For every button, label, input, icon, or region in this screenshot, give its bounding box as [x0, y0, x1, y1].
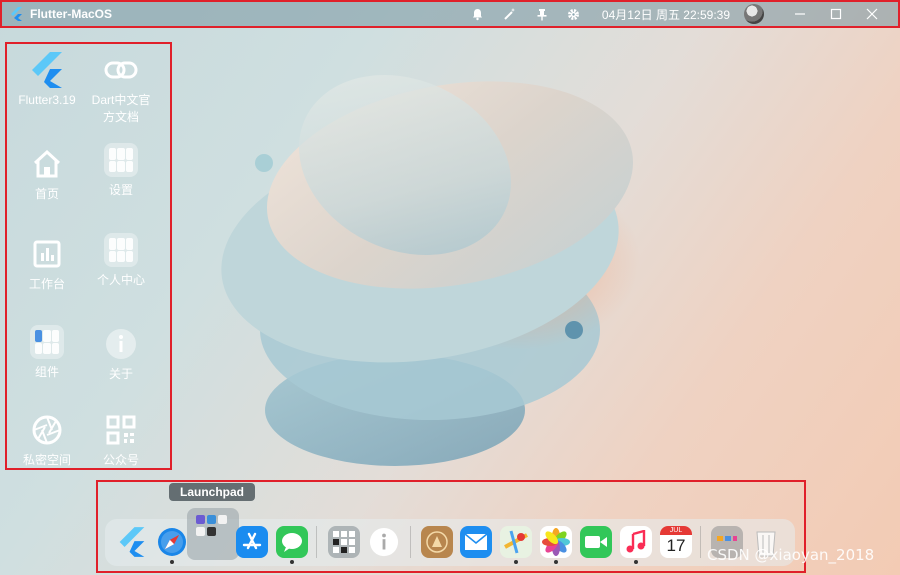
sidebar-item-label: 组件 [34, 365, 59, 379]
home-icon [27, 144, 67, 184]
watermark: CSDN @xiaoyan_2018 [707, 546, 875, 564]
maximize-icon[interactable] [818, 2, 854, 26]
dock-gallery-icon[interactable] [421, 526, 453, 558]
dock-separator [700, 526, 701, 558]
pin-icon[interactable] [526, 2, 558, 26]
flutter-logo-icon [11, 7, 22, 21]
app-title: Flutter-MacOS [30, 7, 113, 21]
sidebar-item-profile[interactable]: 个人中心 [83, 230, 159, 289]
sidebar-item-components[interactable]: 组件 [9, 322, 85, 381]
running-indicator [514, 560, 518, 564]
sidebar-item-about[interactable]: 关于 [83, 324, 159, 383]
sidebar-item-label: 首页 [34, 187, 59, 201]
running-indicator [170, 560, 174, 564]
close-icon[interactable] [854, 2, 890, 26]
title-bar-actions: 04月12日 周五 22:59:39 [462, 2, 890, 26]
settings-tile-icon [101, 140, 141, 180]
dock-messages-icon[interactable] [276, 526, 308, 558]
user-avatar[interactable] [744, 4, 764, 24]
sidebar-item-workbench[interactable]: 工作台 [9, 234, 85, 293]
dock-tooltip: Launchpad [169, 483, 256, 501]
running-indicator [634, 560, 638, 564]
running-indicator [290, 560, 294, 564]
sidebar-item-label: 关于 [108, 367, 133, 381]
sidebar-item-label: 公众号 [102, 453, 139, 467]
sidebar-item-settings[interactable]: 设置 [83, 140, 159, 199]
minimize-icon[interactable] [782, 2, 818, 26]
info-icon [101, 324, 141, 364]
magic-wand-icon[interactable] [494, 2, 526, 26]
dock-music-icon[interactable] [620, 526, 652, 558]
dock-separator [316, 526, 317, 558]
link-icon [101, 50, 141, 90]
dock-app-store-icon[interactable] [236, 526, 268, 558]
sidebar-item-label: 设置 [108, 183, 133, 197]
dock-launchpad-icon[interactable] [193, 512, 231, 550]
running-indicator [554, 560, 558, 564]
dock-photos-icon[interactable] [540, 526, 572, 558]
dock-info-icon[interactable] [368, 526, 400, 558]
sidebar-item-label: Flutter3.19 [18, 93, 76, 107]
clock-datetime: 04月12日 周五 22:59:39 [601, 7, 730, 22]
dock-separator [410, 526, 411, 558]
sidebar-item-dart-docs[interactable]: Dart中文官方文档 [83, 50, 159, 126]
sidebar-item-label: 私密空间 [22, 453, 71, 467]
calendar-day: 17 [666, 536, 686, 555]
dock-mail-icon[interactable] [460, 526, 492, 558]
calendar-month: JUL [660, 526, 692, 535]
gear-icon[interactable] [558, 2, 590, 26]
qrcode-icon [101, 410, 141, 450]
flutter-logo-icon [27, 50, 67, 90]
sidebar-item-label: 个人中心 [96, 273, 145, 287]
dock-widgets-icon[interactable] [328, 526, 360, 558]
profile-tile-icon [101, 230, 141, 270]
aperture-icon [27, 410, 67, 450]
components-tile-icon [27, 322, 67, 362]
sidebar-item-label: Dart中文官方文档 [91, 93, 151, 124]
sidebar-item-official-account[interactable]: 公众号 [83, 410, 159, 469]
dock-safari-icon[interactable] [156, 526, 188, 558]
title-bar: Flutter-MacOS 04月12日 周五 22:59:39 [0, 0, 900, 28]
sidebar-item-private-space[interactable]: 私密空间 [9, 410, 85, 469]
sidebar-item-home[interactable]: 首页 [9, 144, 85, 203]
bell-icon[interactable] [462, 2, 494, 26]
sidebar-item-flutter[interactable]: Flutter3.19 [9, 50, 85, 109]
dock-flutter-icon[interactable] [116, 526, 148, 558]
sidebar-item-label: 工作台 [28, 277, 65, 291]
sidebar: Flutter3.19 Dart中文官方文档 首页 设置 工作台 个人中心 组件… [5, 42, 172, 470]
chart-icon [27, 234, 67, 274]
dock-facetime-icon[interactable] [580, 526, 612, 558]
dock-calendar-icon[interactable]: JUL 17 [660, 526, 692, 558]
dock-maps-icon[interactable] [500, 526, 532, 558]
